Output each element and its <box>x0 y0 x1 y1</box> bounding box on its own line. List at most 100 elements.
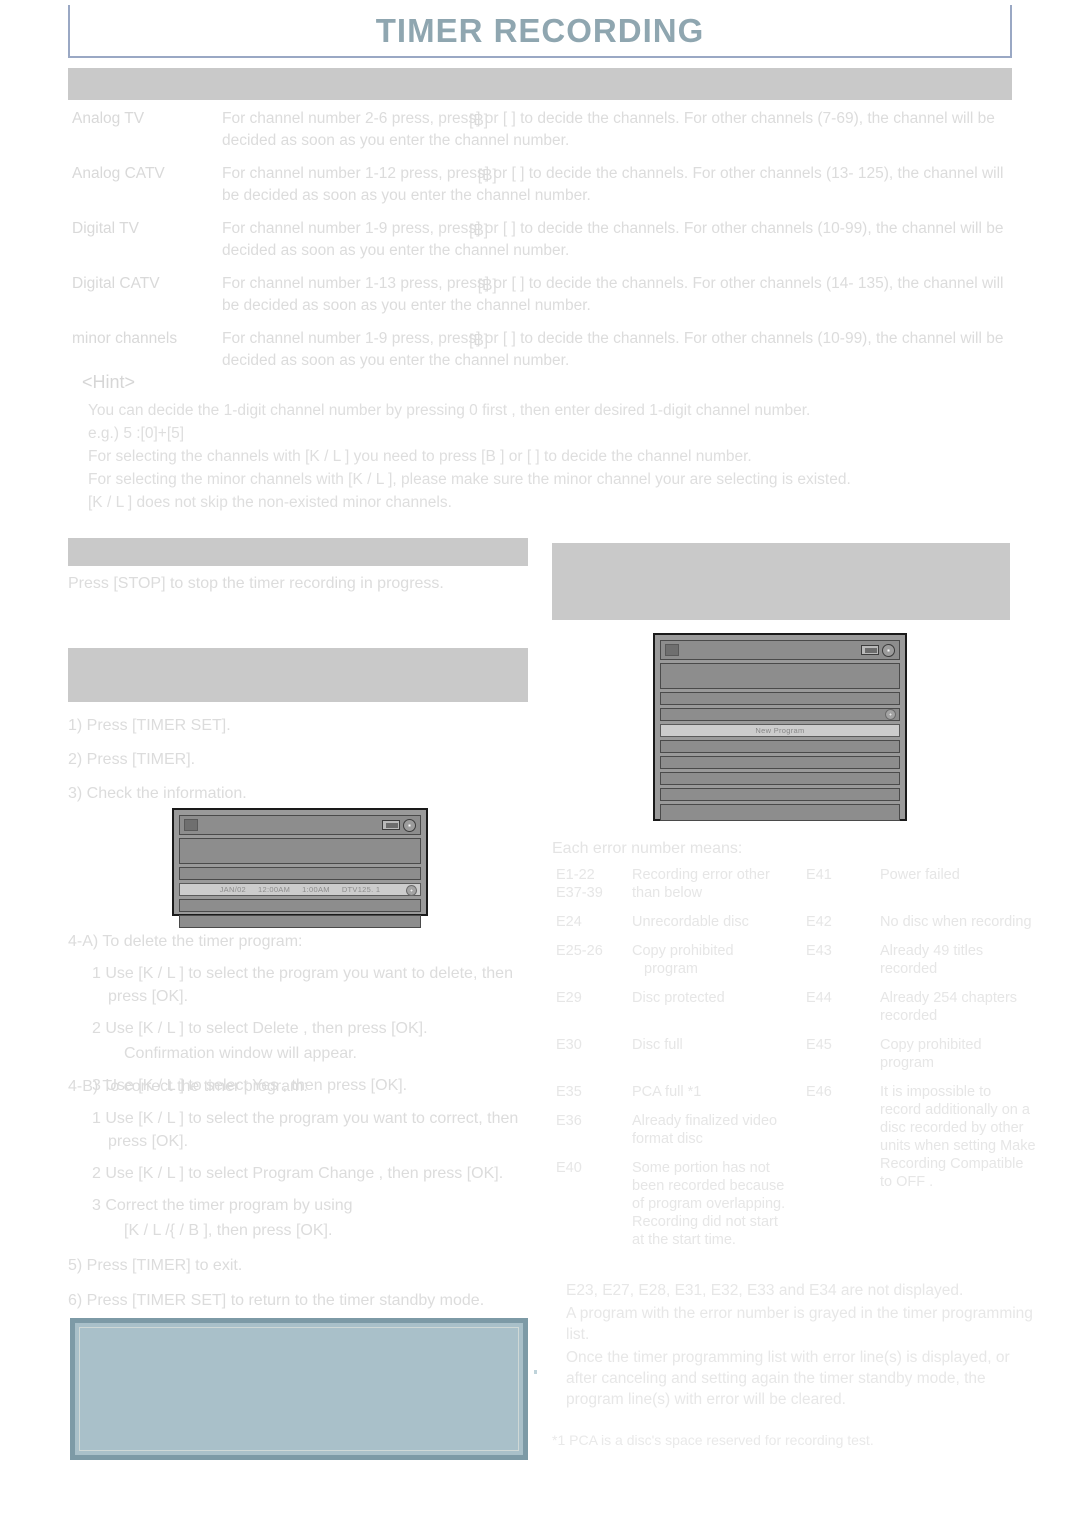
channel-type-description: For channel number 1-13 press, press [B]]… <box>222 273 1024 317</box>
channel-type-label: minor channels <box>72 330 178 347</box>
error-description: Already finalized video format disc <box>632 1113 778 1147</box>
step-1: 1) Press [TIMER SET]. <box>68 717 231 734</box>
table-row: E25-26 Copy prohibited program E43 Alrea… <box>556 942 1036 978</box>
screen-info-panel <box>660 663 900 689</box>
screen-logo-box <box>665 644 679 656</box>
step-4b-3b: [K / L /{ / B ], then press [OK]. <box>124 1222 333 1239</box>
screen-list-row <box>660 708 900 721</box>
error-description: Copy prohibited program <box>632 943 734 977</box>
table-row: Analog TV For channel number 2-6 press, … <box>72 108 1024 152</box>
program-start-time: 12:00AM <box>258 885 291 894</box>
key-b-icon: [B]] or [ <box>469 110 508 129</box>
screen-mockup-timer-list: JAN/02 12:00AM 1:00AM DTV125. 1 <box>172 808 428 928</box>
error-description: Already 254 chapters recorded <box>880 990 1018 1024</box>
step-4b-heading: 4-B) To correct the timer program: <box>68 1078 308 1095</box>
error-code-table: E1-22 Recording error other E37-39 than … <box>556 866 1036 1260</box>
key-b-icon: [B]] or [ <box>469 330 508 349</box>
desc-part-a: For channel number 1-13 press, press <box>222 275 485 292</box>
desc-part-a: For channel number 2-6 press, press <box>222 110 477 127</box>
step-5: 5) Press [TIMER] to exit. <box>68 1257 243 1274</box>
screen-selected-new-program-row[interactable]: New Program <box>660 724 900 737</box>
channel-type-description: For channel number 1-9 press, press [B]] … <box>222 218 1024 262</box>
hint-line-4: For selecting the minor channels with [K… <box>88 471 851 488</box>
step-2: 2) Press [TIMER]. <box>68 751 196 768</box>
screen-list-row <box>660 788 900 801</box>
hint-line-5: [K / L ] does not skip the non-existed m… <box>88 494 452 511</box>
error-description: Some portion has not been recorded becau… <box>632 1160 786 1248</box>
error-code: E36 <box>556 1113 582 1129</box>
error-code: E35 <box>556 1084 582 1100</box>
error-description: Unrecordable disc <box>632 914 749 930</box>
screen-footer-panel <box>660 804 900 821</box>
screen-list-row <box>660 740 900 753</box>
channel-type-label: Analog TV <box>72 110 145 127</box>
desc-part-b: to decide the channels. For other channe… <box>528 165 854 182</box>
page-title-box: TIMER RECORDING <box>68 5 1012 58</box>
screen-logo-box <box>184 819 198 831</box>
error-description: Power failed <box>880 867 960 883</box>
key-blank-icon: ] <box>515 275 525 292</box>
note-box-inner-border <box>79 1327 519 1451</box>
screen-list-row <box>660 756 900 769</box>
table-row: Digital CATV For channel number 1-13 pre… <box>72 273 1024 317</box>
error-description: Copy prohibited program <box>880 1037 982 1071</box>
error-left-cell: E25-26 Copy prohibited program <box>556 942 806 978</box>
screen-selected-program-row[interactable]: JAN/02 12:00AM 1:00AM DTV125. 1 <box>179 883 421 896</box>
step-4b-1: 1 Use [K / L ] to select the program you… <box>92 1110 519 1150</box>
vhs-tape-icon <box>861 645 879 655</box>
key-blank-icon: ] <box>507 110 516 127</box>
section-header-bar-stop <box>68 538 528 566</box>
screen-titlebar <box>660 640 900 660</box>
step-4a-1: 1 Use [K / L ] to select the program you… <box>92 965 513 1005</box>
desc-part-a: For channel number 1-12 press, press <box>222 165 485 182</box>
steps-4b-5-6: 4-B) To correct the timer program: 1 Use… <box>68 1075 538 1321</box>
error-code: E45 <box>806 1037 832 1053</box>
error-left-cell: E30 Disc full <box>556 1036 806 1072</box>
steps-1-3: 1) Press [TIMER SET]. 2) Press [TIMER]. … <box>68 714 538 814</box>
channel-type-description: For channel number 2-6 press, press [B]] … <box>222 108 1024 152</box>
channel-type-description: For channel number 1-12 press, press [B]]… <box>222 163 1024 207</box>
error-right-cell: E46 It is impossible to record additiona… <box>806 1083 1036 1249</box>
note-box <box>70 1318 528 1460</box>
program-channel: DTV125. 1 <box>341 885 381 894</box>
error-right-cell: E45 Copy prohibited program <box>806 1036 1036 1072</box>
error-code: E30 <box>556 1037 582 1053</box>
key-blank-icon: ] <box>515 165 525 182</box>
desc-part-b: to decide the channels. For other channe… <box>528 275 854 292</box>
error-code: E42 <box>806 914 832 930</box>
channel-type-label: Digital CATV <box>72 275 160 292</box>
error-description: Already 49 titles recorded <box>880 943 984 977</box>
step-4a-2: 2 Use [K / L ] to select Delete , then p… <box>92 1020 428 1037</box>
section-header-bar-main <box>68 68 1012 100</box>
screen-titlebar <box>179 815 421 835</box>
hint-line-2: e.g.) 5 :[0]+[5] <box>88 425 185 442</box>
note-1: E23, E27, E28, E31, E32, E33 and E34 are… <box>566 1282 964 1299</box>
desc-part-b: to decide the channels. For other channe… <box>520 330 872 347</box>
key-blank-icon: ] <box>507 220 516 237</box>
error-description-continued: program <box>644 961 698 977</box>
table-row: E24 Unrecordable disc E42 No disc when r… <box>556 913 1036 931</box>
step-4b-3: 3 Correct the timer program by using <box>92 1197 353 1214</box>
screen-mockup-new-program: New Program <box>653 633 907 821</box>
screen-list-row <box>660 692 900 705</box>
error-code: E41 <box>806 867 832 883</box>
error-description: Disc full <box>632 1037 683 1053</box>
table-row: minor channels For channel number 1-9 pr… <box>72 328 1024 372</box>
error-code: E24 <box>556 914 582 930</box>
error-right-cell: E44 Already 254 chapters recorded <box>806 989 1036 1025</box>
error-code: E40 <box>556 1160 582 1176</box>
disc-icon <box>882 643 895 657</box>
hint-heading: <Hint> <box>82 372 136 392</box>
error-description-continued: than below <box>632 885 703 901</box>
step-4a-2b: Confirmation window will appear. <box>124 1045 357 1062</box>
screen-list-row <box>179 899 421 912</box>
disc-icon <box>406 885 417 896</box>
error-right-cell: E42 No disc when recording <box>806 913 1036 931</box>
hint-body: You can decide the 1-digit channel numbe… <box>88 399 1028 514</box>
table-row: E30 Disc full E45 Copy prohibited progra… <box>556 1036 1036 1072</box>
note-box-marker <box>534 1370 537 1374</box>
table-row: E29 Disc protected E44 Already 254 chapt… <box>556 989 1036 1025</box>
error-description: It is impossible to record additionally … <box>880 1084 1036 1190</box>
program-date: JAN/02 <box>219 885 247 894</box>
screen-media-icons <box>861 643 895 657</box>
